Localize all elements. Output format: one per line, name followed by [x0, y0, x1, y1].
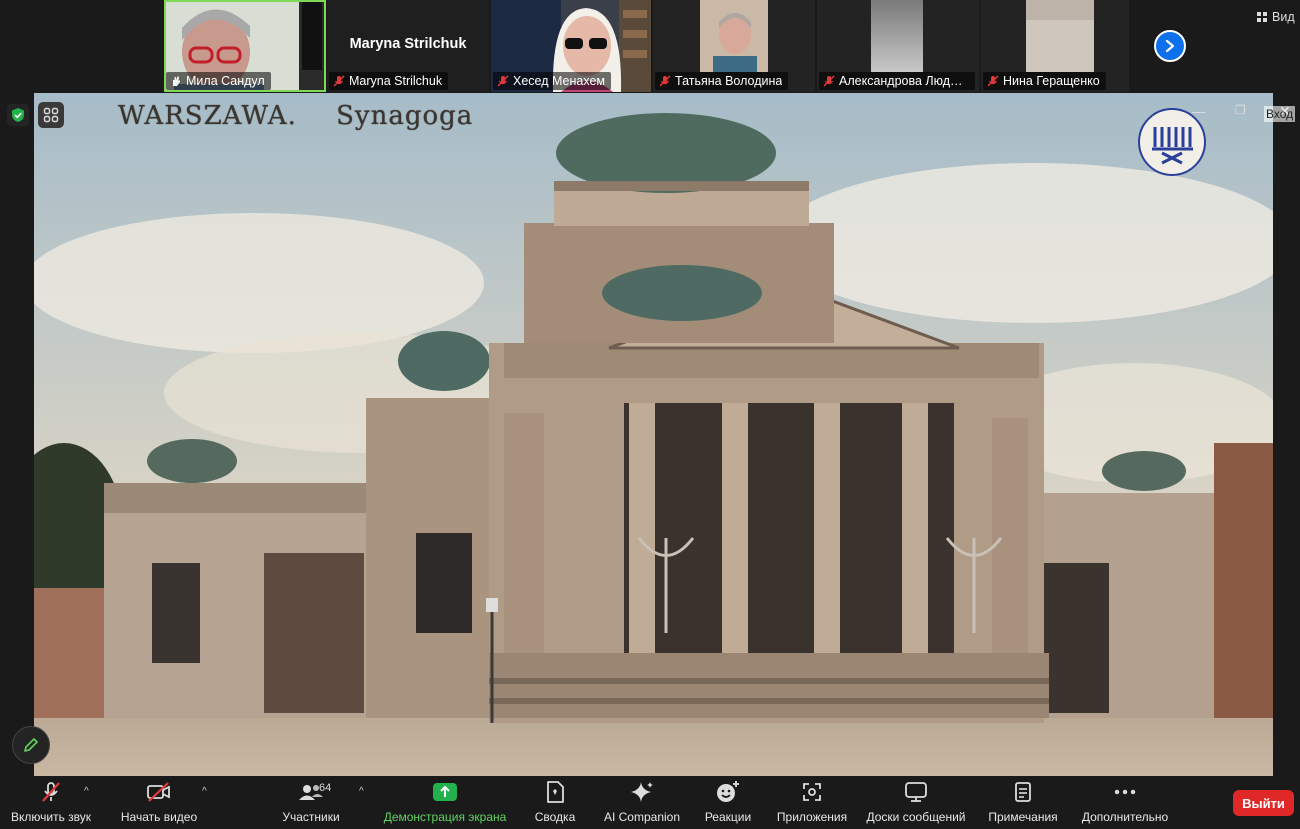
reactions-button[interactable]: Реакции [700, 776, 756, 829]
participant-tile[interactable]: Татьяна Володина [653, 0, 815, 92]
mic-muted-icon [333, 75, 345, 87]
participants-options-chevron-icon[interactable]: ^ [359, 786, 364, 797]
participant-name: Татьяна Володина [675, 74, 783, 88]
summary-icon [547, 781, 564, 803]
shared-screen-content[interactable]: WARSZAWA. Synagoga [34, 93, 1273, 776]
shield-check-icon [12, 108, 24, 122]
restore-icon[interactable]: ❐ [1235, 103, 1246, 117]
participants-count: 64 [319, 782, 332, 794]
unmute-button[interactable]: Включить звук [6, 776, 96, 829]
whiteboards-label: Доски сообщений [866, 810, 966, 824]
participant-name-bar: Нина Геращенко [983, 72, 1106, 90]
more-dots-icon [1114, 789, 1136, 795]
participant-name: Нина Геращенко [1003, 74, 1100, 88]
chevron-right-icon [1165, 39, 1175, 53]
whiteboards-button[interactable]: Доски сообщений [862, 776, 970, 829]
annotate-button[interactable] [12, 726, 50, 764]
participant-tile[interactable]: Мила Сандул [164, 0, 326, 92]
postcard-subject: Synagoga [336, 101, 474, 131]
minimize-icon[interactable]: — [1192, 103, 1206, 119]
participant-display-name: Maryna Strilchuk [349, 36, 467, 52]
participant-name: Хесед Менахем [513, 74, 605, 88]
ai-companion-label: AI Companion [603, 810, 681, 824]
unmute-label: Включить звук [10, 810, 92, 824]
security-shield-icon[interactable] [7, 104, 29, 126]
exit-label: Вход [1264, 106, 1296, 122]
participant-name-bar: Мила Сандул [166, 72, 271, 90]
mic-muted-icon [42, 782, 60, 802]
participant-tile[interactable]: Нина Геращенко [981, 0, 1129, 92]
apps-button[interactable]: Приложения [772, 776, 852, 829]
more-button[interactable]: Дополнительно [1076, 776, 1174, 829]
mic-muted-icon [987, 75, 999, 87]
ai-companion-button[interactable]: AI Companion [598, 776, 686, 829]
reactions-label: Реакции [704, 810, 752, 824]
apps-label: Приложения [776, 810, 848, 824]
grid-icon [43, 107, 59, 123]
summary-label: Сводка [534, 810, 576, 824]
participant-name-bar: Maryna Strilchuk [329, 72, 449, 90]
next-page-button[interactable] [1154, 30, 1186, 62]
shared-screen-area: WARSZAWA. Synagoga [0, 93, 1300, 776]
participant-name: Александрова Людм... [839, 74, 969, 88]
gallery-toggle-button[interactable] [38, 102, 64, 128]
audio-options-chevron-icon[interactable]: ^ [84, 786, 89, 797]
share-screen-label: Демонстрация экрана [383, 810, 507, 824]
mic-muted-icon [497, 75, 509, 87]
video-off-icon [147, 782, 170, 802]
view-button[interactable]: Вид [1256, 10, 1295, 24]
apps-icon [803, 783, 821, 801]
participant-name: Мила Сандул [186, 74, 265, 88]
participant-name-bar: Александрова Людм... [819, 72, 975, 90]
participant-tile[interactable]: Хесед Менахем [491, 0, 651, 92]
summary-button[interactable]: Сводка [528, 776, 582, 829]
postcard-city: WARSZAWA. [118, 101, 297, 131]
notes-icon [1015, 782, 1031, 802]
participant-strip: Мила Сандул Maryna Strilchuk Maryna Stri… [0, 0, 1300, 93]
more-label: Дополнительно [1081, 810, 1169, 824]
view-label: Вид [1272, 10, 1295, 24]
pencil-icon [24, 738, 38, 752]
sparkle-icon [631, 782, 653, 802]
hand-icon [173, 76, 180, 86]
whiteboard-icon [905, 782, 927, 802]
start-video-label: Начать видео [120, 810, 198, 824]
participants-button[interactable]: 64 Участники [278, 776, 344, 829]
participant-name-bar: Хесед Менахем [493, 72, 611, 90]
grid-view-icon [1257, 12, 1267, 22]
participant-name-bar: Татьяна Володина [655, 72, 789, 90]
start-video-button[interactable]: Начать видео [115, 776, 203, 829]
menorah-logo-icon [1152, 127, 1193, 165]
emoji-reaction-icon [717, 781, 739, 802]
synagogue-postcard-image [34, 93, 1273, 776]
notes-button[interactable]: Примечания [982, 776, 1064, 829]
leave-button[interactable]: Выйти [1233, 790, 1294, 816]
participant-name: Maryna Strilchuk [349, 74, 443, 88]
share-screen-button[interactable]: Демонстрация экрана [380, 776, 510, 829]
mic-muted-icon [823, 75, 835, 87]
participants-label: Участники [282, 810, 340, 824]
mic-muted-icon [659, 75, 671, 87]
video-options-chevron-icon[interactable]: ^ [202, 786, 207, 797]
participant-tile[interactable]: Александрова Людм... [817, 0, 979, 92]
notes-label: Примечания [988, 810, 1058, 824]
share-screen-icon [433, 783, 457, 801]
postcard-caption: WARSZAWA. Synagoga [118, 101, 473, 131]
meeting-toolbar: Включить звук ^ Начать видео ^ 64 Участн… [0, 776, 1300, 829]
participant-tile[interactable]: Maryna Strilchuk Maryna Strilchuk [327, 0, 489, 92]
